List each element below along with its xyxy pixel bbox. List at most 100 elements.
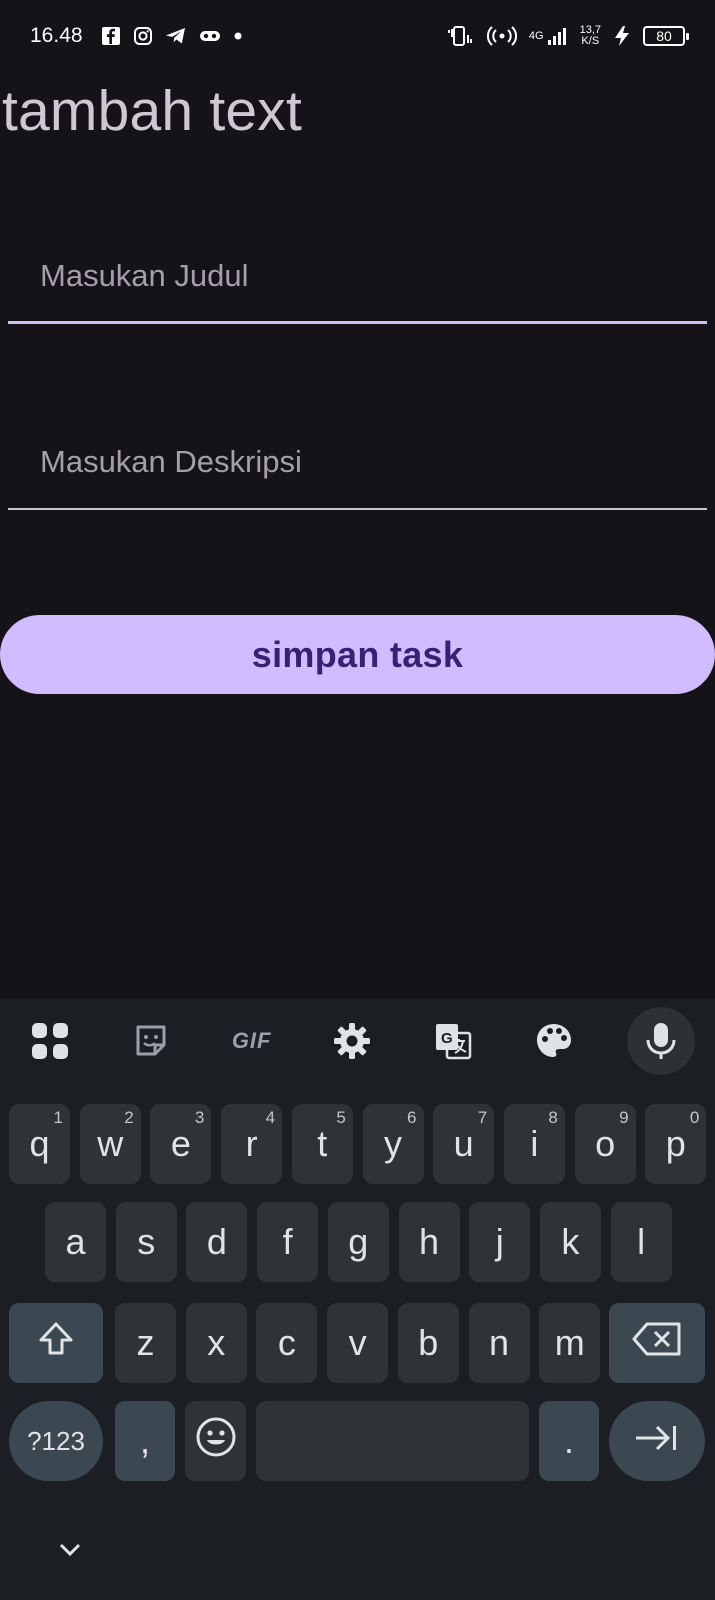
keyboard-toolbar: GIF G (0, 999, 715, 1083)
status-time: 16.48 (30, 24, 83, 47)
symbols-label: ?123 (27, 1426, 85, 1456)
comma-label: , (139, 1420, 150, 1461)
deskripsi-input[interactable] (8, 414, 707, 510)
speed-unit: K/S (581, 35, 600, 47)
key-o[interactable]: o9 (574, 1104, 636, 1184)
key-label: g (348, 1221, 369, 1262)
key-label: o (595, 1123, 616, 1164)
key-hint: 4 (265, 1108, 276, 1127)
period-key[interactable]: . (539, 1401, 599, 1481)
key-f[interactable]: f (257, 1202, 319, 1282)
keyboard-collapse-button[interactable] (50, 1532, 90, 1572)
key-hint: 7 (477, 1108, 488, 1127)
key-w[interactable]: w2 (79, 1104, 141, 1184)
next-key[interactable] (609, 1401, 705, 1481)
key-n[interactable]: n (468, 1303, 530, 1383)
key-l[interactable]: l (610, 1202, 672, 1282)
signal-icon: 4G (529, 26, 568, 46)
key-hint: 6 (407, 1108, 417, 1127)
judul-input[interactable] (8, 228, 707, 324)
mic-icon[interactable] (626, 1007, 695, 1075)
key-g[interactable]: g (327, 1202, 389, 1282)
key-label: q (29, 1123, 50, 1164)
key-label: u (453, 1123, 474, 1164)
key-e[interactable]: e3 (150, 1104, 212, 1184)
key-label: a (65, 1221, 86, 1262)
key-s[interactable]: s (115, 1202, 177, 1282)
instagram-icon (133, 26, 153, 46)
key-label: e (170, 1123, 191, 1164)
dot-icon (233, 31, 243, 41)
key-c[interactable]: c (256, 1303, 318, 1383)
key-q[interactable]: q1 (9, 1104, 70, 1184)
key-label: r (245, 1123, 258, 1164)
key-label: j (495, 1221, 504, 1262)
sticker-icon[interactable] (123, 1013, 179, 1069)
save-task-button[interactable]: simpan task (0, 615, 715, 694)
key-label: n (488, 1322, 510, 1363)
key-hint: 2 (124, 1108, 134, 1127)
facebook-icon (101, 26, 121, 46)
translate-icon[interactable]: G (425, 1013, 481, 1069)
key-x[interactable]: x (185, 1303, 247, 1383)
key-hint: 5 (336, 1108, 346, 1127)
judul-underline (8, 321, 707, 324)
judul-field[interactable] (8, 228, 707, 324)
space-key[interactable] (256, 1401, 529, 1481)
page-title: tambah text (2, 79, 303, 143)
vibrate-icon (445, 25, 475, 47)
key-label: c (277, 1322, 296, 1363)
emoji-icon (195, 1416, 237, 1467)
key-j[interactable]: j (469, 1202, 531, 1282)
palette-icon[interactable] (526, 1013, 582, 1069)
key-label: z (136, 1322, 155, 1363)
deskripsi-field[interactable] (8, 414, 707, 510)
key-hint: 1 (53, 1108, 63, 1127)
key-label: p (665, 1123, 686, 1164)
key-y[interactable]: y6 (362, 1104, 424, 1184)
key-label: b (418, 1322, 439, 1363)
key-b[interactable]: b (397, 1303, 459, 1383)
key-label: d (206, 1221, 227, 1262)
chevron-down-icon (58, 1542, 82, 1563)
key-r[interactable]: r4 (221, 1104, 283, 1184)
tab-next-icon (633, 1420, 681, 1462)
shift-icon (36, 1319, 76, 1368)
key-m[interactable]: m (539, 1303, 601, 1383)
gif-icon[interactable]: GIF (224, 1013, 280, 1069)
key-h[interactable]: h (398, 1202, 460, 1282)
telegram-icon (165, 26, 187, 46)
key-label: l (637, 1221, 646, 1262)
key-label: k (561, 1221, 580, 1262)
key-hint: 9 (619, 1108, 629, 1127)
apps-grid-icon[interactable] (22, 1013, 78, 1069)
screen: 16.48 4G 13,7 K/S 80 tambah text Masukan… (0, 0, 715, 1600)
period-label: . (563, 1420, 574, 1461)
key-label: y (384, 1123, 402, 1164)
comma-key[interactable]: , (115, 1401, 175, 1481)
key-k[interactable]: k (539, 1202, 601, 1282)
key-label: i (530, 1123, 539, 1164)
settings-icon[interactable] (324, 1013, 380, 1069)
network-speed: 13,7 K/S (580, 25, 601, 47)
network-type: 4G (528, 30, 544, 42)
backspace-icon (632, 1321, 682, 1366)
symbols-key[interactable]: ?123 (9, 1401, 103, 1481)
key-d[interactable]: d (186, 1202, 248, 1282)
key-v[interactable]: v (327, 1303, 389, 1383)
key-z[interactable]: z (115, 1303, 176, 1383)
charging-icon (613, 25, 631, 47)
backspace-key[interactable] (609, 1303, 705, 1383)
key-label: h (418, 1221, 440, 1262)
status-bar: 16.48 4G 13,7 K/S 80 (0, 0, 715, 72)
shift-key[interactable] (9, 1303, 103, 1383)
key-label: t (317, 1123, 328, 1164)
emoji-key[interactable] (185, 1401, 246, 1481)
key-label: v (348, 1322, 367, 1363)
key-p[interactable]: p0 (645, 1104, 707, 1184)
key-a[interactable]: a (45, 1202, 106, 1282)
key-t[interactable]: t5 (291, 1104, 353, 1184)
key-u[interactable]: u7 (433, 1104, 495, 1184)
hotspot-icon (486, 25, 517, 47)
key-i[interactable]: i8 (503, 1104, 565, 1184)
